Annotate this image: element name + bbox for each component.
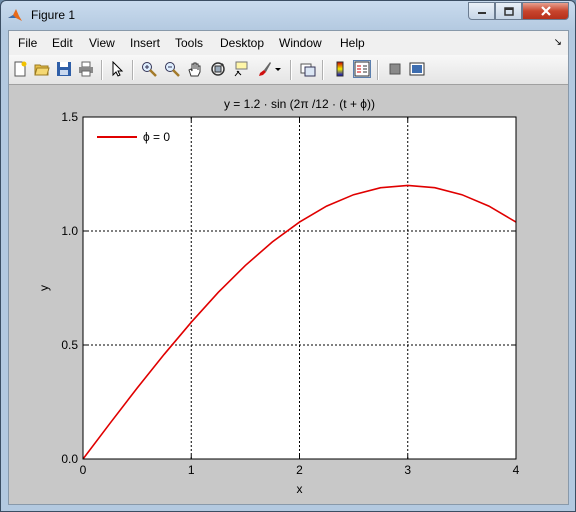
close-icon xyxy=(540,6,551,16)
x-tick-label: 0 xyxy=(80,463,87,477)
pan-hand-icon[interactable] xyxy=(186,60,204,78)
minimize-icon xyxy=(477,12,486,14)
new-figure-icon[interactable] xyxy=(11,60,29,78)
close-button[interactable] xyxy=(522,2,569,20)
brush-dropdown-icon[interactable] xyxy=(273,60,283,78)
matlab-icon xyxy=(8,9,22,21)
print-icon[interactable] xyxy=(77,60,95,78)
menu-view[interactable]: View xyxy=(89,36,115,50)
x-tick-label: 4 xyxy=(513,463,520,477)
maximize-button[interactable] xyxy=(495,2,522,20)
pointer-icon[interactable] xyxy=(108,60,126,78)
data-cursor-icon[interactable] xyxy=(232,60,250,78)
x-axis-label: x xyxy=(297,482,303,496)
toolbar-separator xyxy=(101,60,103,80)
figure-client: File Edit View Insert Tools Desktop Wind… xyxy=(8,30,569,505)
toolbar-separator xyxy=(132,60,134,80)
title-bar[interactable]: Figure 1 xyxy=(1,1,575,29)
legend-label[interactable]: ϕ = 0 xyxy=(143,130,170,144)
link-plot-icon[interactable] xyxy=(299,60,317,78)
chart-title: y = 1.2 · sin (2π /12 · (t + ϕ)) xyxy=(224,97,375,111)
toolbar-separator xyxy=(377,60,379,80)
menu-tools[interactable]: Tools xyxy=(175,36,203,50)
legend-icon[interactable] xyxy=(353,60,371,78)
x-tick-label: 3 xyxy=(404,463,411,477)
x-tick-label: 2 xyxy=(296,463,303,477)
figure-canvas[interactable]: 0 1 2 3 4 0.0 0.5 1.0 1.5 y = 1.2 · sin (2π /12 ·… xyxy=(9,86,568,504)
show-plot-tools-icon[interactable] xyxy=(408,60,426,78)
maximize-icon xyxy=(503,6,514,16)
menu-window[interactable]: Window xyxy=(279,36,322,50)
figure-window: Figure 1 File Edit View Insert Tools Des… xyxy=(0,0,576,512)
x-tick-label: 1 xyxy=(188,463,195,477)
y-axis-label: y xyxy=(37,285,51,291)
brush-icon[interactable] xyxy=(255,60,273,78)
toolbar xyxy=(9,55,568,85)
menu-insert[interactable]: Insert xyxy=(130,36,160,50)
y-tick-label: 1.5 xyxy=(61,110,78,124)
hide-plot-tools-icon[interactable] xyxy=(386,60,404,78)
minimize-button[interactable] xyxy=(468,2,495,20)
menu-help[interactable]: Help xyxy=(340,36,365,50)
menu-bar: File Edit View Insert Tools Desktop Wind… xyxy=(9,31,568,55)
menu-desktop[interactable]: Desktop xyxy=(220,36,264,50)
menu-file[interactable]: File xyxy=(18,36,37,50)
window-title: Figure 1 xyxy=(31,8,76,22)
open-file-icon[interactable] xyxy=(33,60,51,78)
y-tick-label: 1.0 xyxy=(61,224,78,238)
y-tick-label: 0.5 xyxy=(61,338,78,352)
y-tick-label: 0.0 xyxy=(61,452,78,466)
toolbar-separator xyxy=(322,60,324,80)
zoom-out-icon[interactable] xyxy=(163,60,181,78)
colorbar-icon[interactable] xyxy=(331,60,349,78)
plot-svg: 0 1 2 3 4 0.0 0.5 1.0 1.5 y = 1.2 · sin (2π /12 ·… xyxy=(37,97,520,496)
save-icon[interactable] xyxy=(55,60,73,78)
toolbar-separator xyxy=(290,60,292,80)
menu-overflow-icon[interactable]: ↘ xyxy=(554,37,562,48)
rotate-3d-icon[interactable] xyxy=(209,60,227,78)
menu-edit[interactable]: Edit xyxy=(52,36,73,50)
axes-background[interactable] xyxy=(83,117,516,459)
zoom-in-icon[interactable] xyxy=(140,60,158,78)
